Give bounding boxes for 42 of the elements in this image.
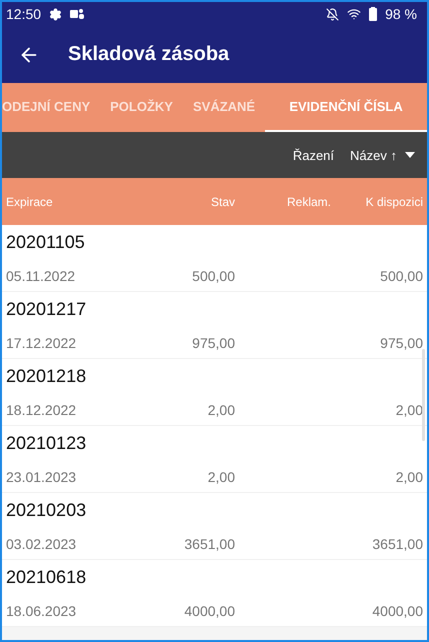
battery-icon: [369, 7, 378, 21]
lot-number: 20210618: [6, 567, 88, 588]
lot-number: 20210203: [6, 500, 88, 522]
tab[interactable]: POLOŽKY: [100, 83, 183, 132]
column-header: Expirace: [6, 194, 54, 208]
table-cell-text: 3651,00: [183, 536, 235, 552]
table-cell-text: 03.02.2023: [6, 536, 78, 552]
clock-time: 12:50: [6, 6, 42, 22]
table-cell-text: 3651,00: [371, 536, 423, 552]
table-cell-text: 4000,00: [183, 602, 235, 619]
screen-title: Skladová zásoba: [68, 43, 230, 66]
table-cell-text: 500,00: [191, 268, 235, 284]
table-cell-text: 2,00: [394, 402, 423, 418]
sort-dropdown[interactable]: Název ↑: [350, 148, 415, 162]
chat-app-icon: [70, 7, 84, 21]
column-header: Reklam.: [286, 194, 331, 208]
lot-number: 20201218: [6, 366, 88, 388]
wifi-icon: [347, 7, 362, 21]
table-cell-text: 18.12.2022: [6, 402, 78, 418]
battery-percent: 98 %: [385, 6, 417, 22]
table-cell-text: 2,00: [206, 402, 235, 418]
muted-bell-icon: [326, 8, 340, 20]
lot-number: 20210123: [6, 433, 88, 454]
sort-label: Řazení: [292, 148, 334, 162]
table-cell-text: 2,00: [206, 468, 235, 485]
tab[interactable]: ODEJNÍ CENY: [2, 83, 100, 132]
table-cell-text: 975,00: [379, 334, 423, 351]
lot-number: 20201105: [6, 232, 86, 254]
caret-icon: [405, 152, 415, 158]
table-cell-text: 4000,00: [371, 602, 423, 619]
table-cell-text: 2,00: [394, 468, 423, 485]
tab[interactable]: SVÁZANÉ: [182, 83, 266, 132]
table-cell-text: 23.01.2023: [6, 468, 78, 485]
table-cell-text: 05.11.2022: [6, 268, 76, 284]
table-cell-text: 17.12.2022: [6, 334, 78, 351]
table-cell-text: 18.06.2023: [6, 602, 78, 619]
table-cell-text: 975,00: [191, 334, 235, 351]
column-header: K dispozici: [364, 194, 423, 208]
lot-number: 20201217: [6, 299, 88, 320]
settings-icon: [49, 8, 62, 20]
table-cell-text: 500,00: [379, 268, 423, 284]
column-header: Stav: [210, 194, 235, 208]
